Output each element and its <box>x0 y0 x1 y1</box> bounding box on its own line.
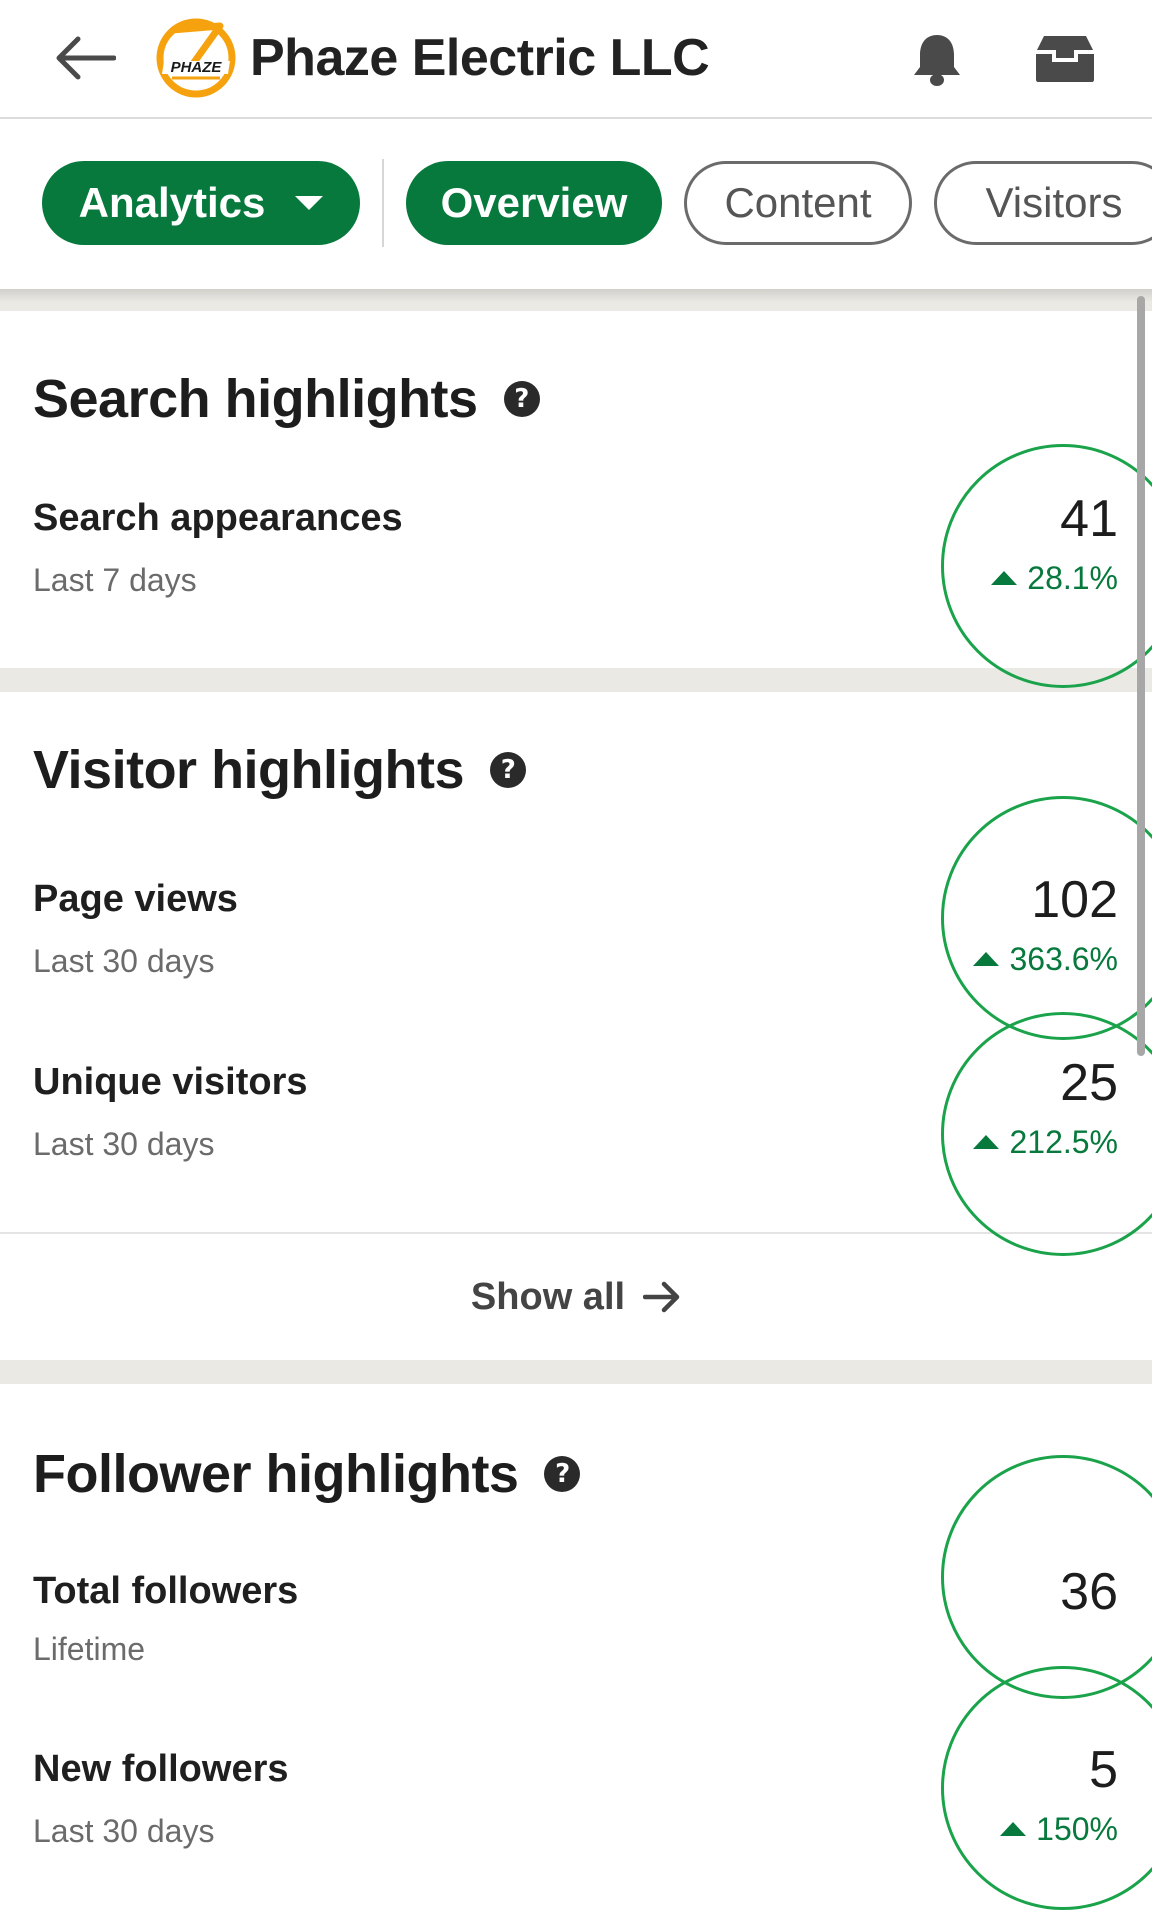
metric-period: Last 7 days <box>33 562 197 598</box>
logo-wordmark: PHAZE <box>171 59 223 76</box>
metric-label: Search appearances <box>33 497 403 539</box>
analytics-dropdown-button[interactable]: Analytics <box>42 161 360 245</box>
metric-change: 150% <box>1000 1808 1118 1850</box>
metric-search-appearances[interactable]: Search appearances Last 7 days 41 28.1% <box>0 490 1152 645</box>
section-separator <box>0 1360 1152 1384</box>
metric-change: 363.6% <box>973 938 1118 980</box>
metric-period: Lifetime <box>33 1631 146 1667</box>
metric-value: 36 <box>1060 1563 1118 1621</box>
trend-up-icon <box>973 1135 1000 1149</box>
metric-change-value: 363.6% <box>1009 941 1118 977</box>
show-all-label: Show all <box>470 1275 626 1318</box>
scrollbar[interactable] <box>1137 296 1145 1056</box>
metric-change-value: 150% <box>1036 1811 1118 1847</box>
arrow-right-icon <box>643 1281 681 1313</box>
metric-value: 102 <box>1031 871 1118 929</box>
metric-total-followers[interactable]: Total followers Lifetime 36 <box>0 1563 1152 1718</box>
search-highlights-title: Search highlights <box>33 369 478 429</box>
metric-period: Last 30 days <box>33 943 215 979</box>
metric-change-value: 28.1% <box>1027 560 1118 596</box>
tab-visitors[interactable]: Visitors <box>934 161 1152 245</box>
inbox-button[interactable] <box>1030 28 1100 90</box>
follower-highlights-heading: Follower highlights ? <box>33 1442 581 1506</box>
inbox-icon <box>1036 36 1094 82</box>
section-separator <box>0 668 1152 692</box>
follower-highlights-title: Follower highlights <box>33 1444 519 1504</box>
metric-new-followers[interactable]: New followers Last 30 days 5 150% <box>0 1741 1152 1896</box>
metric-value: 25 <box>1060 1054 1118 1112</box>
trend-up-icon <box>973 952 1000 966</box>
help-icon[interactable]: ? <box>544 1456 581 1492</box>
visitor-highlights-card: Visitor highlights ? Page views Last 30 … <box>0 692 1152 1360</box>
metric-period: Last 30 days <box>33 1126 215 1162</box>
metric-unique-visitors[interactable]: Unique visitors Last 30 days 25 212.5% <box>0 1054 1152 1209</box>
metric-change-value: 212.5% <box>1009 1124 1118 1160</box>
metric-label: New followers <box>33 1748 289 1790</box>
trend-up-icon <box>991 571 1018 585</box>
metric-change: 212.5% <box>973 1121 1118 1163</box>
tab-content[interactable]: Content <box>684 161 912 245</box>
analytics-tab-bar: Analytics Overview Content Visitors <box>0 121 1152 289</box>
visitor-highlights-title: Visitor highlights <box>33 740 465 800</box>
metric-page-views[interactable]: Page views Last 30 days 102 363.6% <box>0 871 1152 1026</box>
top-app-bar: PHAZE Phaze Electric LLC <box>0 0 1152 119</box>
metric-value: 41 <box>1060 490 1118 548</box>
metric-change: 28.1% <box>991 557 1118 599</box>
follower-highlights-card: Follower highlights ? Total followers Li… <box>0 1384 1152 1920</box>
analytics-dropdown-label: Analytics <box>78 179 266 226</box>
search-highlights-card: Search highlights ? Search appearances L… <box>0 311 1152 668</box>
bell-icon <box>914 35 960 86</box>
metric-period: Last 30 days <box>33 1813 215 1849</box>
caret-down-icon <box>295 196 324 210</box>
metric-value: 5 <box>1089 1741 1118 1799</box>
metric-label: Unique visitors <box>33 1061 308 1103</box>
back-button[interactable] <box>50 28 120 88</box>
show-all-button[interactable]: Show all <box>0 1234 1152 1360</box>
arrow-left-icon <box>56 36 116 80</box>
notifications-button[interactable] <box>902 28 972 90</box>
section-separator <box>0 289 1152 311</box>
metric-label: Total followers <box>33 1570 299 1612</box>
visitor-highlights-heading: Visitor highlights ? <box>33 738 527 802</box>
metric-label: Page views <box>33 878 238 920</box>
page-title: Phaze Electric LLC <box>250 29 710 87</box>
tab-overview[interactable]: Overview <box>406 161 662 245</box>
tab-divider <box>382 159 384 247</box>
company-logo: PHAZE <box>150 16 238 100</box>
trend-up-icon <box>1000 1822 1027 1836</box>
search-highlights-heading: Search highlights ? <box>33 367 540 431</box>
help-icon[interactable]: ? <box>503 381 540 417</box>
help-icon[interactable]: ? <box>490 752 527 788</box>
